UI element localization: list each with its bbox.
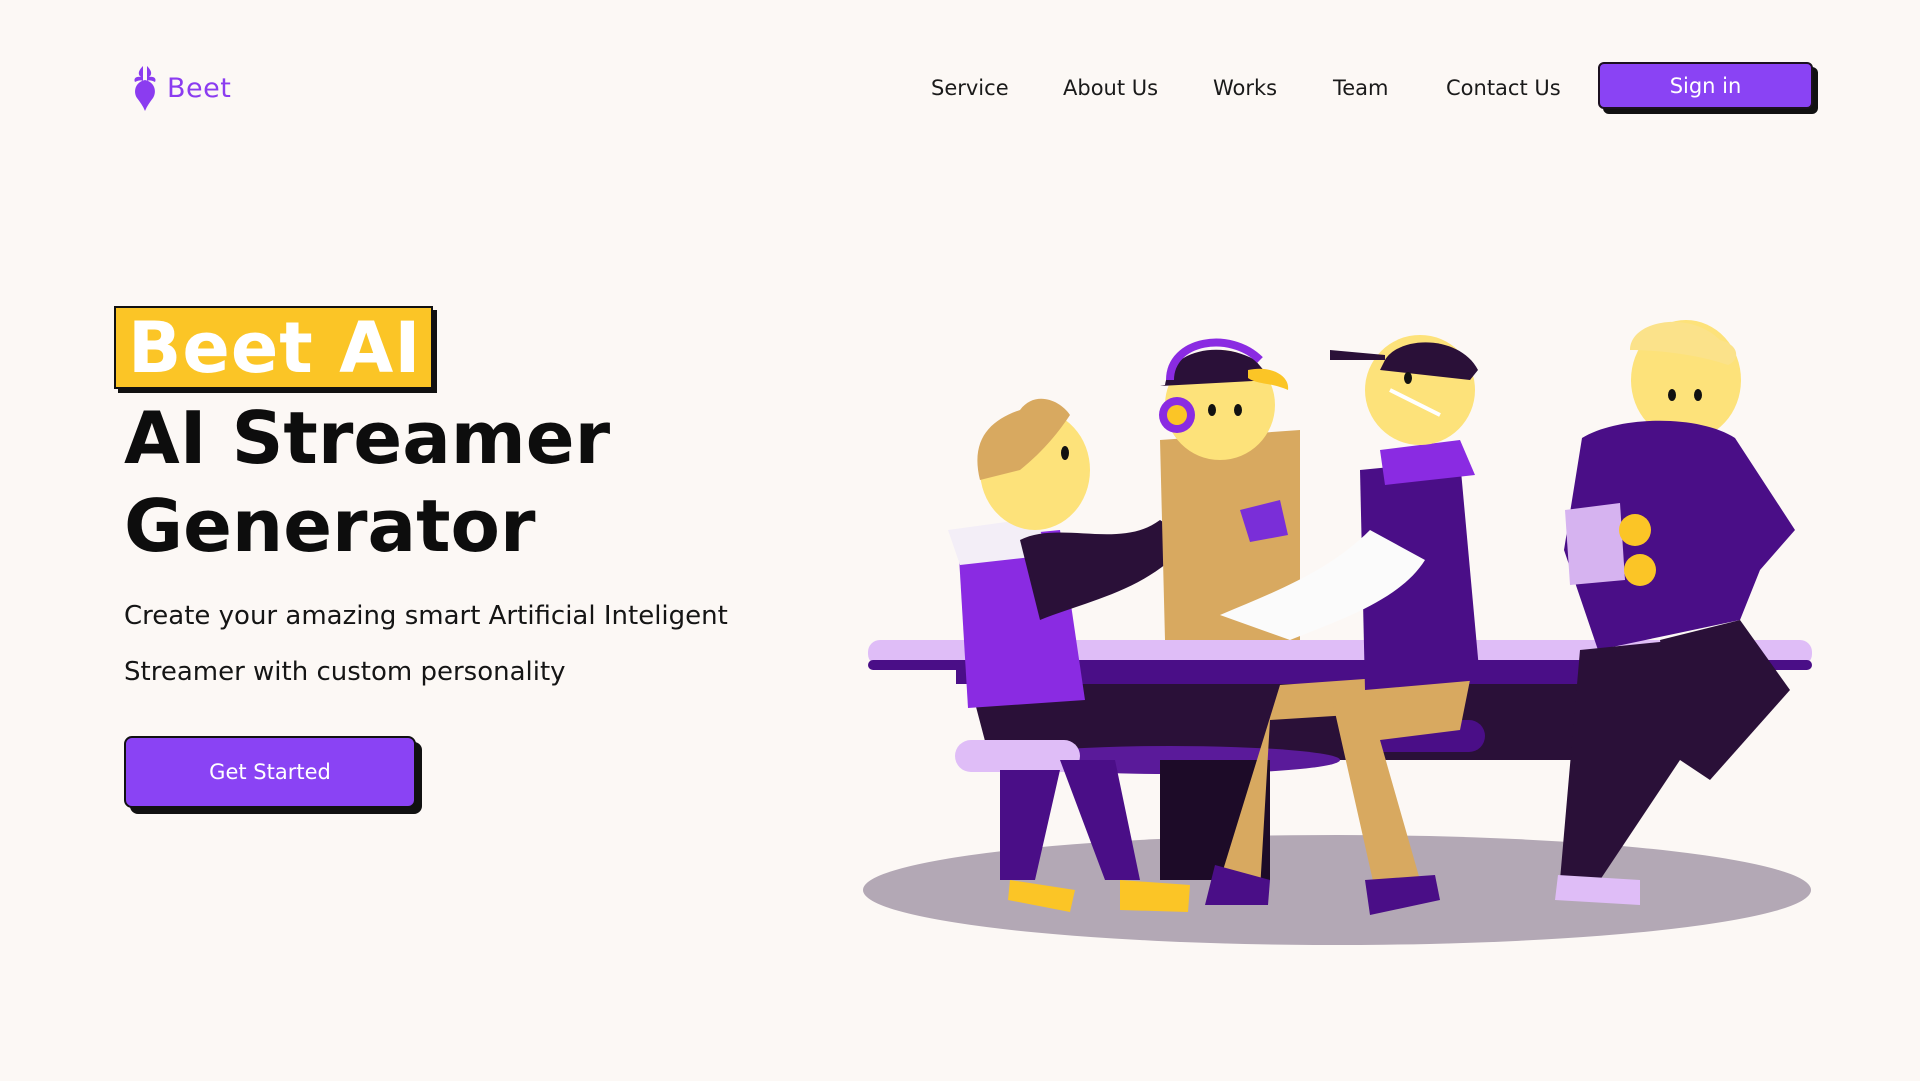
get-started-button[interactable]: Get Started bbox=[124, 736, 416, 808]
landing-page: Beet Service About Us Works Team Contact… bbox=[0, 0, 1920, 1081]
brand-name: Beet bbox=[167, 72, 232, 104]
hero-subtitle-line-1: Create your amazing smart Artificial Int… bbox=[124, 601, 728, 631]
hero-title: AI Streamer Generator bbox=[124, 394, 610, 570]
hero-subtitle-line-2: Streamer with custom personality bbox=[124, 657, 566, 687]
hero-title-line-2: Generator bbox=[124, 484, 536, 568]
hero-illustration bbox=[863, 320, 1812, 945]
hero-title-line-1: AI Streamer bbox=[124, 396, 611, 480]
brand-logo[interactable]: Beet bbox=[131, 64, 231, 112]
sign-in-button[interactable]: Sign in bbox=[1598, 62, 1813, 109]
hero-subtitle: Create your amazing smart Artificial Int… bbox=[124, 588, 728, 700]
nav-item-about-us[interactable]: About Us bbox=[1063, 76, 1158, 100]
person-4 bbox=[1555, 320, 1795, 905]
nav-item-service[interactable]: Service bbox=[931, 76, 1009, 100]
hero-tag: Beet AI bbox=[114, 306, 434, 389]
beet-icon bbox=[134, 66, 156, 111]
nav-item-contact-us[interactable]: Contact Us bbox=[1446, 76, 1561, 100]
nav-item-works[interactable]: Works bbox=[1213, 76, 1277, 100]
nav-item-team[interactable]: Team bbox=[1333, 76, 1389, 100]
